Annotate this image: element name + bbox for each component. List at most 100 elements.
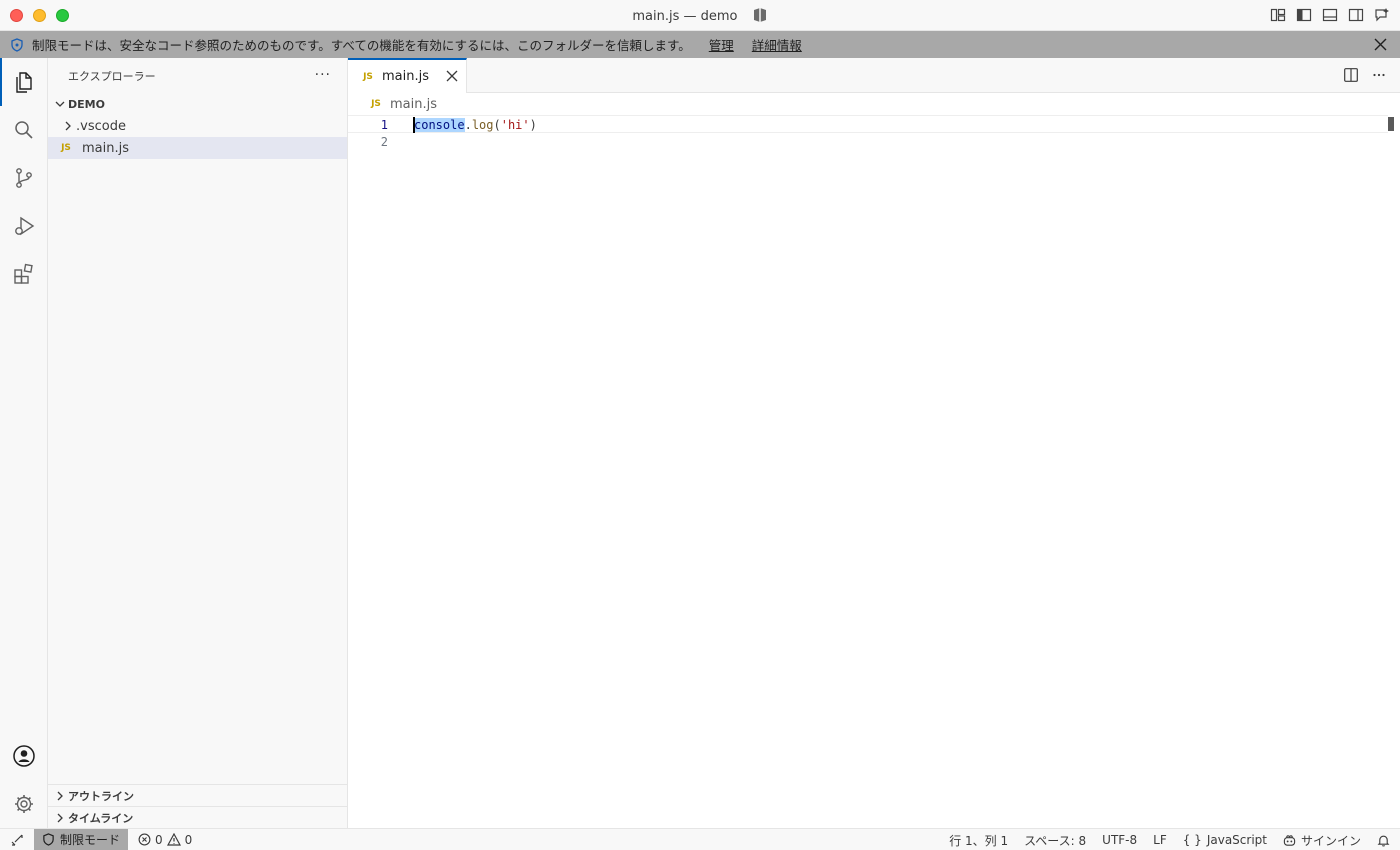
- problems-status[interactable]: 0 0: [138, 833, 192, 847]
- cursor-position[interactable]: 行 1、列 1: [949, 832, 1008, 849]
- language-label: JavaScript: [1206, 833, 1267, 847]
- signin-label: サインイン: [1300, 833, 1361, 848]
- js-file-icon: JS: [371, 99, 381, 109]
- sidebar-bottom-sections: アウトライン タイムライン: [48, 784, 348, 828]
- split-editor-icon[interactable]: [1344, 68, 1358, 82]
- window-title-text: main.js — demo: [632, 9, 738, 24]
- editor-group: JS main.js JS main.js 1 console.log('hi'…: [348, 58, 1400, 828]
- activity-explorer[interactable]: [0, 58, 48, 106]
- shield-icon: [43, 833, 54, 846]
- activity-manage[interactable]: [0, 780, 48, 828]
- gear-icon: [15, 795, 33, 813]
- copilot-icon: [1283, 834, 1296, 846]
- warning-icon: [166, 833, 181, 846]
- code-line: 2: [348, 133, 1400, 151]
- signin-status[interactable]: サインイン: [1283, 832, 1361, 849]
- activity-search[interactable]: [0, 106, 48, 154]
- token-punctuation: .: [464, 118, 472, 132]
- language-mode[interactable]: { } JavaScript: [1183, 833, 1267, 847]
- braces-icon: { }: [1182, 833, 1202, 847]
- token-function: log: [471, 118, 494, 132]
- encoding[interactable]: UTF-8: [1102, 833, 1137, 847]
- token-string: 'hi': [500, 118, 530, 132]
- title-bar: main.js — demo: [0, 0, 1400, 31]
- tree-item-label: .vscode: [76, 118, 126, 134]
- error-icon: [138, 833, 151, 846]
- search-icon: [15, 121, 33, 139]
- bell-icon[interactable]: [1377, 834, 1390, 847]
- chevron-right-icon: [57, 791, 63, 800]
- editor-actions: [1344, 68, 1386, 82]
- toggle-primary-sidebar-icon[interactable]: [1296, 7, 1312, 23]
- timeline-section[interactable]: タイムライン: [48, 806, 348, 828]
- js-file-icon: JS: [363, 71, 373, 82]
- activity-source-control[interactable]: [0, 154, 48, 202]
- timeline-label: タイムライン: [68, 811, 134, 825]
- tab-label: main.js: [382, 69, 429, 84]
- js-file-icon: JS: [61, 143, 71, 153]
- restricted-mode-status[interactable]: 制限モード: [34, 828, 129, 850]
- banner-manage-link[interactable]: 管理: [709, 35, 734, 54]
- explorer-sidebar: エクスプローラー ··· DEMO .vscode JS main.js アウト…: [48, 58, 348, 828]
- remote-icon: [11, 834, 23, 846]
- activity-run-debug[interactable]: [0, 202, 48, 250]
- window-title: main.js — demo: [0, 8, 1400, 24]
- banner-details-link[interactable]: 詳細情報: [752, 35, 802, 54]
- line-content: console.log('hi'): [414, 116, 537, 134]
- restricted-mode-banner: 制限モードは、安全なコード参照のためのものです。すべての機能を有効にするには、こ…: [0, 31, 1400, 58]
- code-editor[interactable]: 1 console.log('hi') 2: [348, 115, 1400, 151]
- tree-item-main-js[interactable]: JS main.js: [48, 137, 347, 159]
- breadcrumb[interactable]: JS main.js: [348, 93, 1400, 115]
- token-punctuation: (: [493, 118, 501, 132]
- end-of-line[interactable]: LF: [1153, 833, 1167, 847]
- tab-main-js[interactable]: JS main.js: [348, 58, 467, 93]
- tree-item-label: main.js: [82, 140, 129, 156]
- tree-item-vscode[interactable]: .vscode: [48, 115, 347, 137]
- toggle-panel-icon[interactable]: [1322, 7, 1338, 23]
- shield-icon: [11, 37, 23, 52]
- outline-label: アウトライン: [68, 789, 134, 803]
- restricted-mode-label: 制限モード: [60, 833, 121, 847]
- indentation[interactable]: スペース: 8: [1024, 832, 1086, 849]
- activity-bar: [0, 58, 48, 828]
- title-actions: [1270, 7, 1390, 23]
- outline-section[interactable]: アウトライン: [48, 784, 348, 806]
- files-icon: [16, 72, 32, 93]
- account-icon: [13, 745, 35, 767]
- folder-section-demo[interactable]: DEMO: [48, 93, 347, 115]
- customize-layout-icon[interactable]: [1270, 7, 1286, 23]
- breadcrumb-file: main.js: [390, 96, 437, 112]
- sidebar-title: エクスプローラー: [68, 69, 156, 83]
- close-icon[interactable]: [1373, 37, 1388, 52]
- more-actions-icon[interactable]: [1372, 68, 1386, 82]
- toggle-secondary-sidebar-icon[interactable]: [1348, 7, 1364, 23]
- root-folder-label: DEMO: [68, 97, 105, 111]
- text-cursor: [413, 117, 415, 133]
- extensions-icon: [14, 263, 33, 284]
- chevron-down-icon: [55, 101, 65, 107]
- chat-icon[interactable]: [1374, 7, 1390, 23]
- sidebar-header: エクスプローラー ···: [48, 58, 347, 93]
- more-actions-icon[interactable]: ···: [315, 67, 331, 83]
- source-control-icon: [16, 168, 32, 188]
- remote-indicator[interactable]: [0, 829, 34, 850]
- activity-extensions[interactable]: [0, 250, 48, 298]
- token-punctuation: ): [529, 118, 537, 132]
- chevron-right-icon: [65, 121, 71, 131]
- line-number: 2: [380, 135, 388, 149]
- line-number: 1: [380, 118, 388, 132]
- activity-accounts[interactable]: [0, 732, 48, 780]
- error-count: 0: [155, 832, 163, 847]
- workspace-trust-icon: [753, 8, 766, 22]
- tab-bar: JS main.js: [348, 58, 1400, 93]
- close-icon[interactable]: [445, 69, 459, 83]
- code-line: 1 console.log('hi'): [348, 115, 1388, 133]
- overview-ruler-cursor[interactable]: [1388, 117, 1394, 131]
- warning-count: 0: [184, 832, 193, 847]
- token-identifier: console: [414, 118, 465, 132]
- status-right: 行 1、列 1 スペース: 8 UTF-8 LF { } JavaScript …: [949, 829, 1390, 850]
- status-bar: 制限モード 0 0 行 1、列 1 スペース: 8 UTF-8 LF { } J…: [0, 828, 1400, 850]
- run-debug-icon: [15, 216, 35, 236]
- chevron-right-icon: [57, 813, 63, 822]
- banner-message: 制限モードは、安全なコード参照のためのものです。すべての機能を有効にするには、こ…: [32, 38, 691, 53]
